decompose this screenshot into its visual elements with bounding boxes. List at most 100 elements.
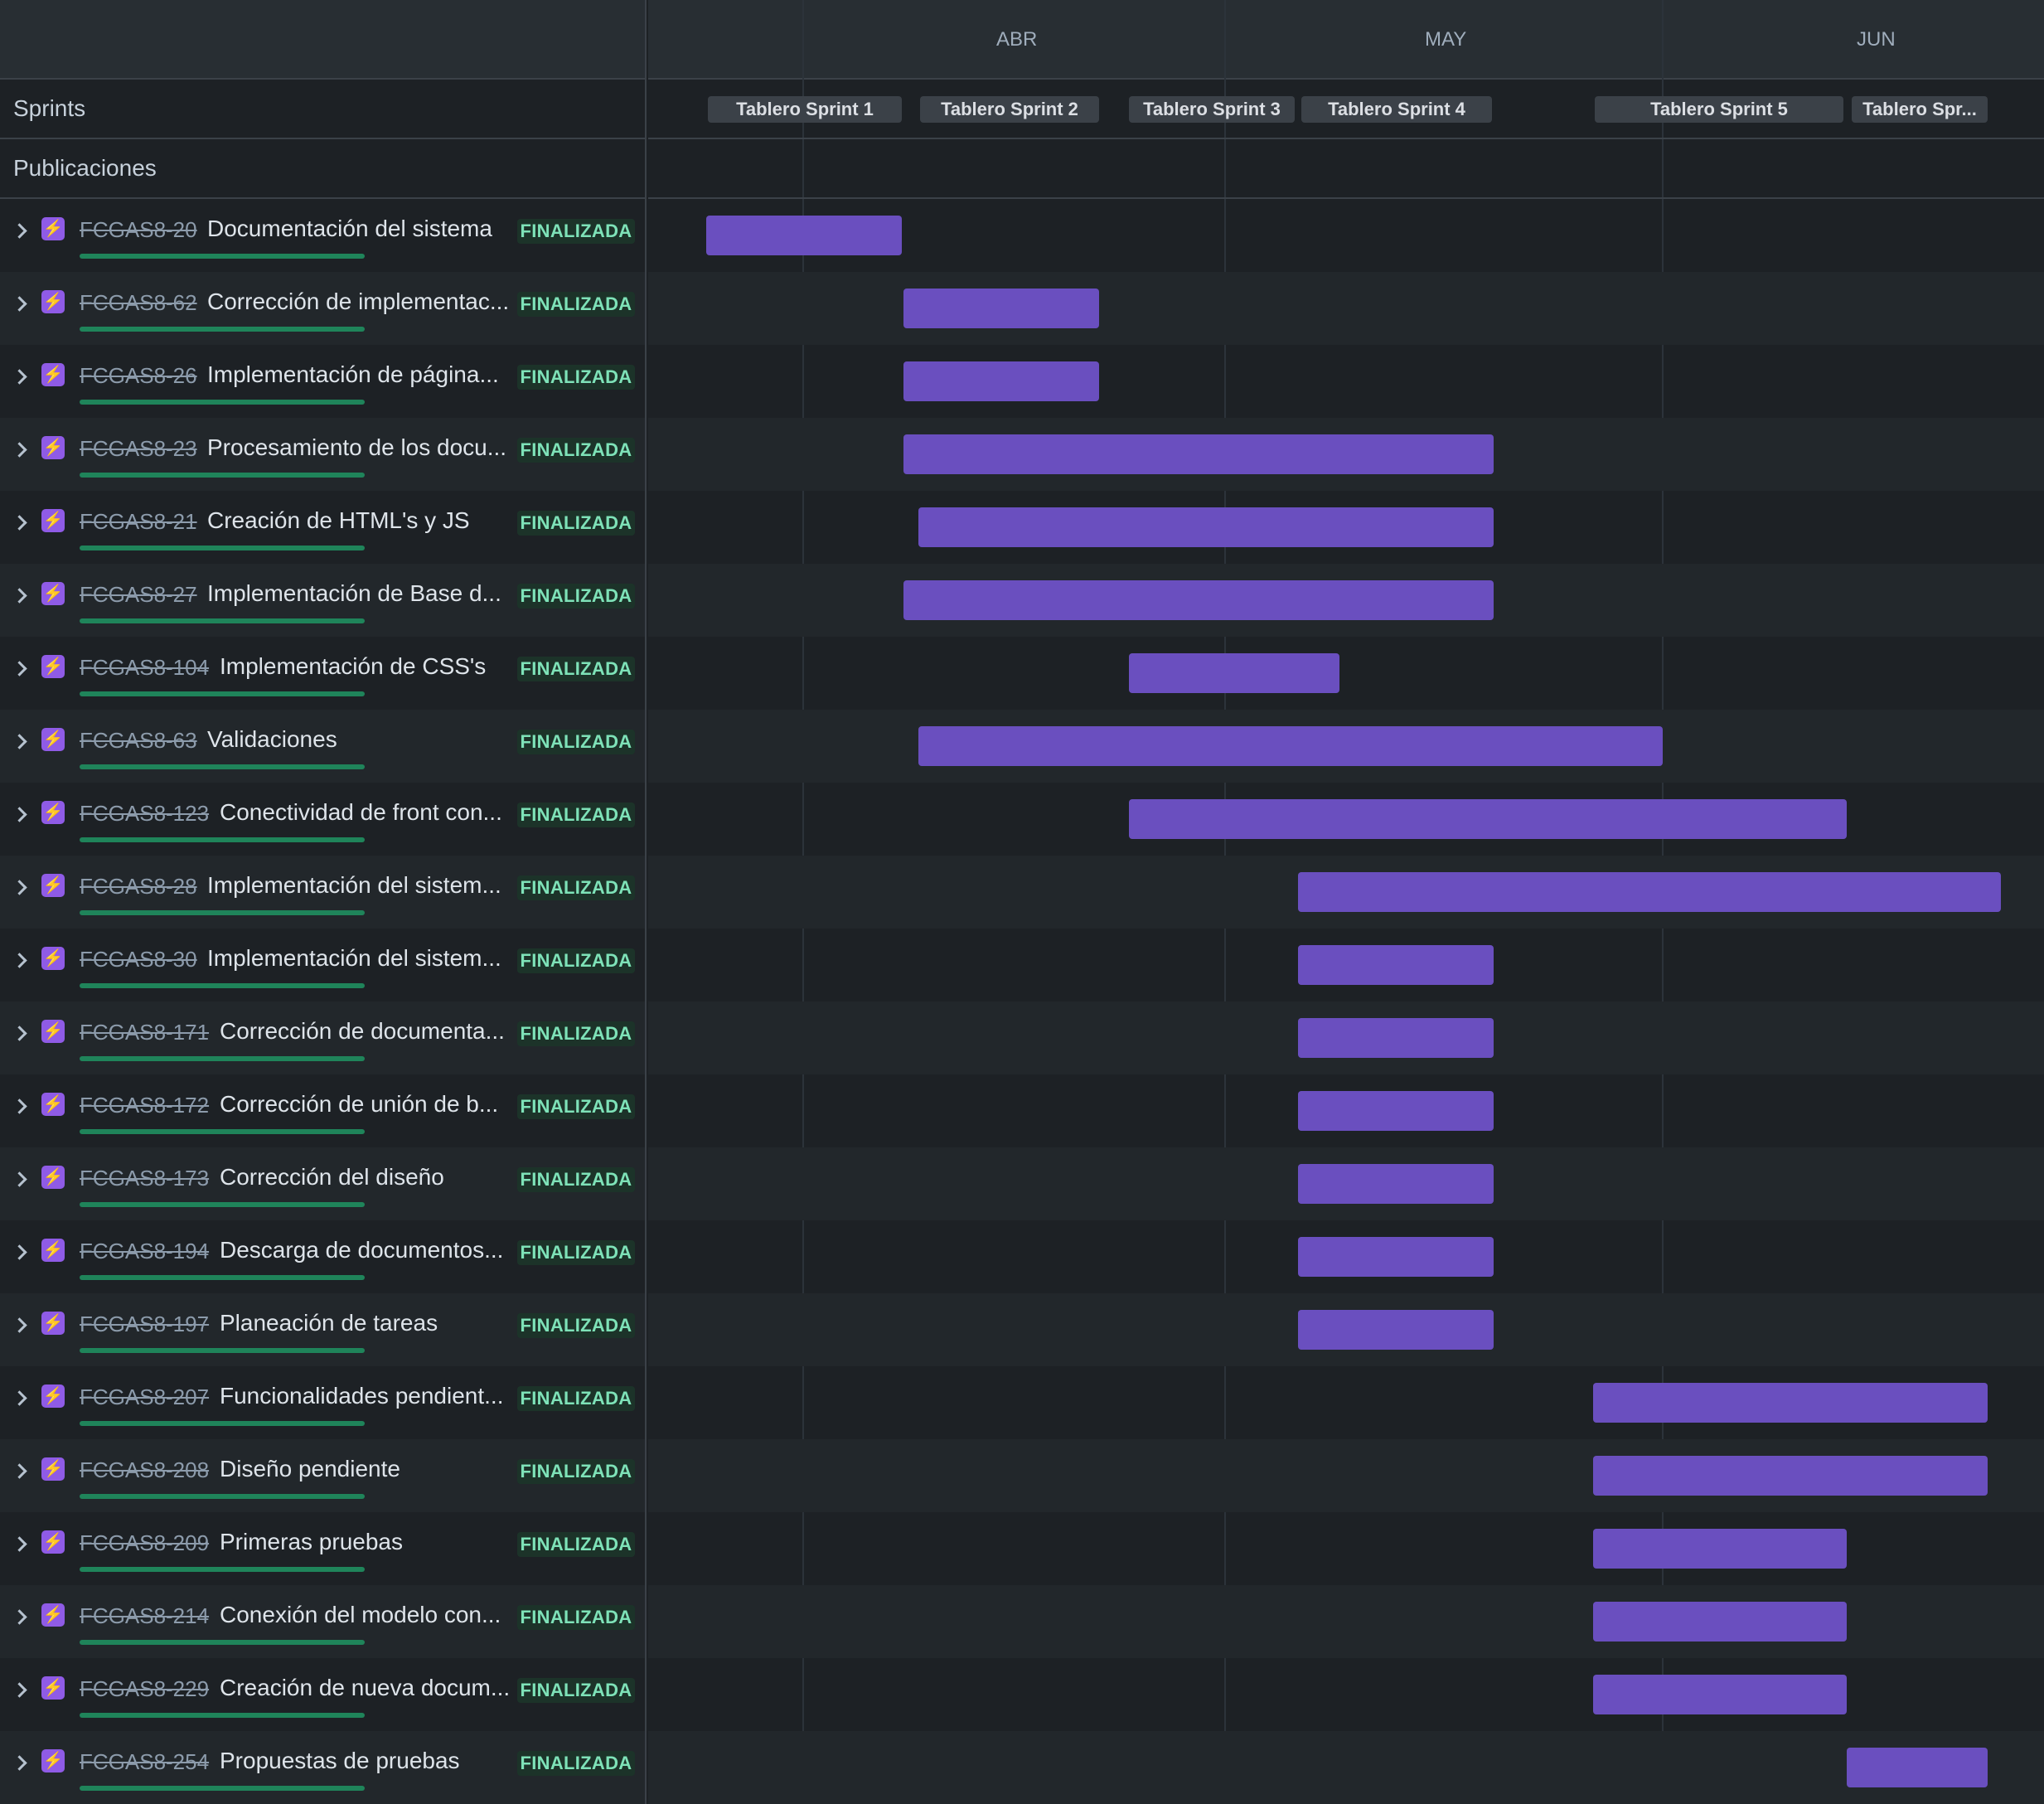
issue-key[interactable]: FCGAS8-229 xyxy=(80,1676,209,1702)
issue-row[interactable]: ⚡ FCGAS8-208 Diseño pendiente FINALIZADA xyxy=(0,1439,645,1512)
schedule-bar[interactable] xyxy=(903,434,1494,474)
issue-key[interactable]: FCGAS8-123 xyxy=(80,801,209,827)
issue-title[interactable]: Propuestas de pruebas xyxy=(220,1748,460,1774)
schedule-bar[interactable] xyxy=(903,289,1099,328)
schedule-bar[interactable] xyxy=(1298,1164,1494,1204)
issue-row[interactable]: ⚡ FCGAS8-28 Implementación del sistem... FI… xyxy=(0,856,645,929)
issue-row[interactable]: ⚡ FCGAS8-209 Primeras pruebas FINALIZADA xyxy=(0,1512,645,1585)
issue-key[interactable]: FCGAS8-214 xyxy=(80,1603,209,1629)
issue-title[interactable]: Implementación de Base d... xyxy=(207,580,501,607)
chevron-right-icon[interactable] xyxy=(10,1094,30,1116)
chevron-right-icon[interactable] xyxy=(10,948,30,970)
issue-title[interactable]: Implementación del sistem... xyxy=(207,872,501,899)
sprint-chip[interactable]: Tablero Sprint 2 xyxy=(920,96,1099,123)
schedule-bar[interactable] xyxy=(1593,1456,1988,1496)
releases-row-label[interactable]: Publicaciones xyxy=(0,139,645,199)
schedule-bar[interactable] xyxy=(1593,1675,1847,1714)
chevron-right-icon[interactable] xyxy=(10,1532,30,1554)
chevron-right-icon[interactable] xyxy=(10,1021,30,1043)
issue-row[interactable]: ⚡ FCGAS8-21 Creación de HTML's y JS FINALIZ… xyxy=(0,491,645,564)
issue-key[interactable]: FCGAS8-194 xyxy=(80,1239,209,1264)
issue-row[interactable]: ⚡ FCGAS8-171 Corrección de documenta... FIN… xyxy=(0,1001,645,1074)
schedule-bar[interactable] xyxy=(1298,872,2001,912)
schedule-bar[interactable] xyxy=(903,361,1099,401)
sprints-row-label[interactable]: Sprints xyxy=(0,80,645,139)
issue-key[interactable]: FCGAS8-207 xyxy=(80,1385,209,1410)
issue-row[interactable]: ⚡ FCGAS8-214 Conexión del modelo con... FIN… xyxy=(0,1585,645,1658)
schedule-bar[interactable] xyxy=(1298,1310,1494,1350)
issue-key[interactable]: FCGAS8-197 xyxy=(80,1312,209,1337)
issue-key[interactable]: FCGAS8-208 xyxy=(80,1457,209,1483)
chevron-right-icon[interactable] xyxy=(10,438,30,459)
issue-title[interactable]: Corrección del diseño xyxy=(220,1164,444,1191)
chevron-right-icon[interactable] xyxy=(10,730,30,751)
issue-key[interactable]: FCGAS8-20 xyxy=(80,217,197,243)
issue-row[interactable]: ⚡ FCGAS8-104 Implementación de CSS's FINALI… xyxy=(0,637,645,710)
issue-key[interactable]: FCGAS8-104 xyxy=(80,655,209,681)
issue-key[interactable]: FCGAS8-209 xyxy=(80,1530,209,1556)
issue-key[interactable]: FCGAS8-172 xyxy=(80,1093,209,1118)
issue-row[interactable]: ⚡ FCGAS8-194 Descarga de documentos... FINA… xyxy=(0,1220,645,1293)
schedule-bar[interactable] xyxy=(918,726,1663,766)
chevron-right-icon[interactable] xyxy=(10,1240,30,1262)
issue-title[interactable]: Validaciones xyxy=(207,726,337,753)
issue-key[interactable]: FCGAS8-62 xyxy=(80,290,197,316)
sprint-chip[interactable]: Tablero Spr... xyxy=(1852,96,1988,123)
issue-title[interactable]: Implementación del sistem... xyxy=(207,945,501,972)
schedule-bar[interactable] xyxy=(1593,1602,1847,1642)
issue-key[interactable]: FCGAS8-26 xyxy=(80,363,197,389)
schedule-bar[interactable] xyxy=(1298,945,1494,985)
issue-key[interactable]: FCGAS8-63 xyxy=(80,728,197,754)
issue-row[interactable]: ⚡ FCGAS8-27 Implementación de Base d... FIN… xyxy=(0,564,645,637)
sprint-chip[interactable]: Tablero Sprint 1 xyxy=(708,96,902,123)
chevron-right-icon[interactable] xyxy=(10,1459,30,1481)
issue-title[interactable]: Procesamiento de los docu... xyxy=(207,434,506,461)
schedule-bar[interactable] xyxy=(1129,653,1339,693)
issue-row[interactable]: ⚡ FCGAS8-207 Funcionalidades pendient... FI… xyxy=(0,1366,645,1439)
issue-title[interactable]: Implementación de CSS's xyxy=(220,653,486,680)
issue-key[interactable]: FCGAS8-23 xyxy=(80,436,197,462)
sprint-chip[interactable]: Tablero Sprint 5 xyxy=(1595,96,1843,123)
issue-title[interactable]: Descarga de documentos... xyxy=(220,1237,503,1263)
schedule-bar[interactable] xyxy=(706,216,902,255)
issue-title[interactable]: Creación de HTML's y JS xyxy=(207,507,470,534)
issue-key[interactable]: FCGAS8-28 xyxy=(80,874,197,900)
issue-row[interactable]: ⚡ FCGAS8-23 Procesamiento de los docu... FI… xyxy=(0,418,645,491)
chevron-right-icon[interactable] xyxy=(10,365,30,386)
issue-title[interactable]: Corrección de documenta... xyxy=(220,1018,505,1045)
chevron-right-icon[interactable] xyxy=(10,1313,30,1335)
issue-key[interactable]: FCGAS8-254 xyxy=(80,1749,209,1775)
issue-title[interactable]: Corrección de unión de b... xyxy=(220,1091,498,1118)
issue-title[interactable]: Implementación de página... xyxy=(207,361,499,388)
schedule-bar[interactable] xyxy=(1129,799,1847,839)
issue-title[interactable]: Corrección de implementac... xyxy=(207,289,509,315)
issue-title[interactable]: Conectividad de front con... xyxy=(220,799,502,826)
chevron-right-icon[interactable] xyxy=(10,292,30,313)
schedule-bar[interactable] xyxy=(918,507,1494,547)
issue-row[interactable]: ⚡ FCGAS8-172 Corrección de unión de b... FI… xyxy=(0,1074,645,1147)
chevron-right-icon[interactable] xyxy=(10,803,30,824)
issue-title[interactable]: Diseño pendiente xyxy=(220,1456,400,1482)
issue-title[interactable]: Documentación del sistema xyxy=(207,216,492,242)
issue-row[interactable]: ⚡ FCGAS8-173 Corrección del diseño FINALIZA… xyxy=(0,1147,645,1220)
chevron-right-icon[interactable] xyxy=(10,1386,30,1408)
chevron-right-icon[interactable] xyxy=(10,1167,30,1189)
issue-key[interactable]: FCGAS8-27 xyxy=(80,582,197,608)
issue-row[interactable]: ⚡ FCGAS8-229 Creación de nueva docum... FIN… xyxy=(0,1658,645,1731)
issue-row[interactable]: ⚡ FCGAS8-123 Conectividad de front con... F… xyxy=(0,783,645,856)
schedule-bar[interactable] xyxy=(1298,1237,1494,1277)
issue-key[interactable]: FCGAS8-30 xyxy=(80,947,197,972)
issue-title[interactable]: Primeras pruebas xyxy=(220,1529,403,1555)
chevron-right-icon[interactable] xyxy=(10,875,30,897)
issue-row[interactable]: ⚡ FCGAS8-62 Corrección de implementac... FI… xyxy=(0,272,645,345)
issue-row[interactable]: ⚡ FCGAS8-26 Implementación de página... FIN… xyxy=(0,345,645,418)
issue-key[interactable]: FCGAS8-173 xyxy=(80,1166,209,1191)
schedule-bar[interactable] xyxy=(1593,1383,1988,1423)
chevron-right-icon[interactable] xyxy=(10,1751,30,1772)
issue-row[interactable]: ⚡ FCGAS8-63 Validaciones FINALIZADA xyxy=(0,710,645,783)
schedule-bar[interactable] xyxy=(903,580,1494,620)
issue-key[interactable]: FCGAS8-21 xyxy=(80,509,197,535)
issue-title[interactable]: Funcionalidades pendient... xyxy=(220,1383,503,1409)
chevron-right-icon[interactable] xyxy=(10,584,30,605)
chevron-right-icon[interactable] xyxy=(10,657,30,678)
